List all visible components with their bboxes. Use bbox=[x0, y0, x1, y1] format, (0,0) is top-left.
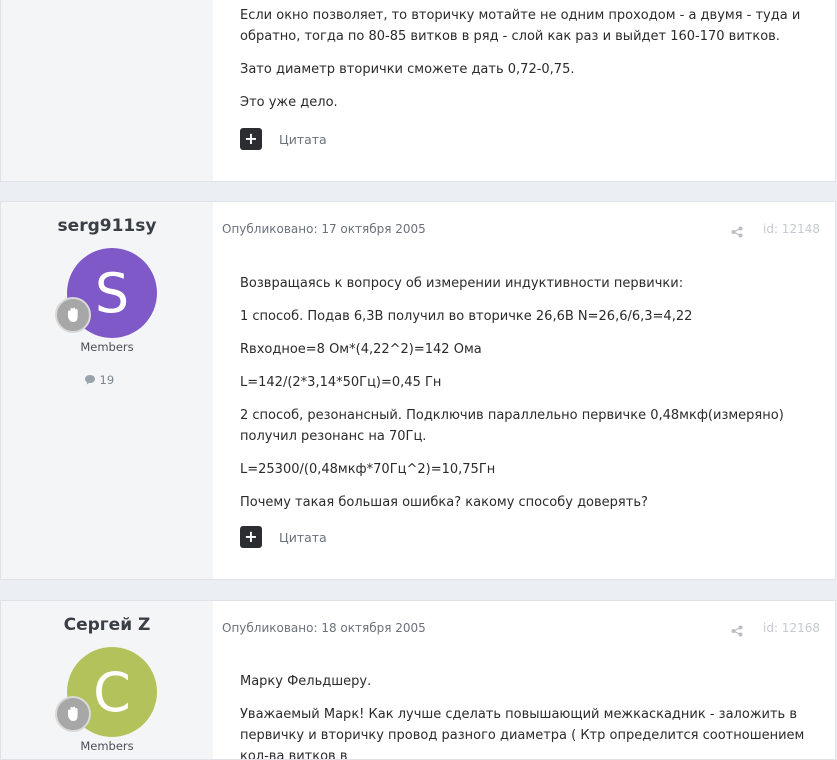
post-id[interactable]: id: 12168 bbox=[763, 621, 820, 635]
post-paragraph: Возвращаясь к вопросу об измерении индук… bbox=[240, 276, 684, 291]
author-panel: serg911sy S Members 19 bbox=[1, 202, 213, 579]
post-paragraph: L=25300/(0,48мкф*70Гц^2)=10,75Гн bbox=[240, 462, 496, 477]
post-3: Сергей Z C Members Опубликовано: 18 октя… bbox=[0, 600, 836, 760]
member-group: Members bbox=[80, 739, 134, 753]
author-panel: Сергей Z C Members bbox=[1, 601, 213, 759]
post-paragraph: 1 способ. Подав 6,3В получил во вторичке… bbox=[240, 309, 693, 324]
post-content: Возвращаясь к вопросу об измерении индук… bbox=[240, 273, 820, 525]
post-paragraph: 2 способ, резонансный. Подключив паралле… bbox=[240, 408, 784, 444]
post-count[interactable]: 19 bbox=[1, 373, 197, 387]
hand-badge-icon bbox=[55, 297, 91, 333]
plus-icon: + bbox=[244, 129, 258, 148]
avatar-letter: S bbox=[94, 261, 130, 325]
author-panel bbox=[1, 0, 213, 181]
post-1: Если окно позволяет, то вторичку мотайте… bbox=[0, 0, 836, 182]
post-paragraph: Rвходное=8 Ом*(4,22^2)=142 Ома bbox=[240, 342, 482, 357]
post-paragraph: Уважаемый Марк! Как лучше сделать повыша… bbox=[240, 707, 805, 760]
share-icon[interactable] bbox=[731, 622, 745, 637]
plus-icon: + bbox=[244, 527, 258, 546]
post-paragraph: Если окно позволяет, то вторичку мотайте… bbox=[240, 8, 801, 44]
multiquote-button[interactable]: + bbox=[240, 526, 262, 548]
post-paragraph: Почему такая большая ошибка? какому спос… bbox=[240, 495, 648, 510]
hand-badge-icon bbox=[55, 696, 91, 732]
multiquote-button[interactable]: + bbox=[240, 128, 262, 150]
member-group: Members bbox=[80, 340, 134, 354]
post-content: Если окно позволяет, то вторичку мотайте… bbox=[240, 5, 820, 125]
share-icon[interactable] bbox=[731, 223, 745, 238]
post-date[interactable]: Опубликовано: 17 октября 2005 bbox=[222, 222, 426, 236]
post-id[interactable]: id: 12148 bbox=[763, 222, 820, 236]
post-paragraph: L=142/(2*3,14*50Гц)=0,45 Гн bbox=[240, 375, 442, 390]
quote-link[interactable]: Цитата bbox=[279, 132, 327, 147]
avatar-letter: C bbox=[93, 660, 131, 724]
post-paragraph: Зато диаметр вторички сможете дать 0,72-… bbox=[240, 62, 575, 77]
author-name[interactable]: Сергей Z bbox=[1, 615, 213, 635]
post-2: serg911sy S Members 19 Опубликовано: 17 … bbox=[0, 201, 836, 580]
post-count-value: 19 bbox=[99, 373, 115, 387]
author-name[interactable]: serg911sy bbox=[1, 216, 213, 236]
quote-link[interactable]: Цитата bbox=[279, 530, 327, 545]
post-paragraph: Это уже дело. bbox=[240, 95, 338, 110]
post-date[interactable]: Опубликовано: 18 октября 2005 bbox=[222, 621, 426, 635]
post-content: Марку Фельдшеру. Уважаемый Марк! Как луч… bbox=[240, 671, 820, 760]
comment-icon bbox=[84, 375, 95, 385]
post-paragraph: Марку Фельдшеру. bbox=[240, 674, 372, 689]
